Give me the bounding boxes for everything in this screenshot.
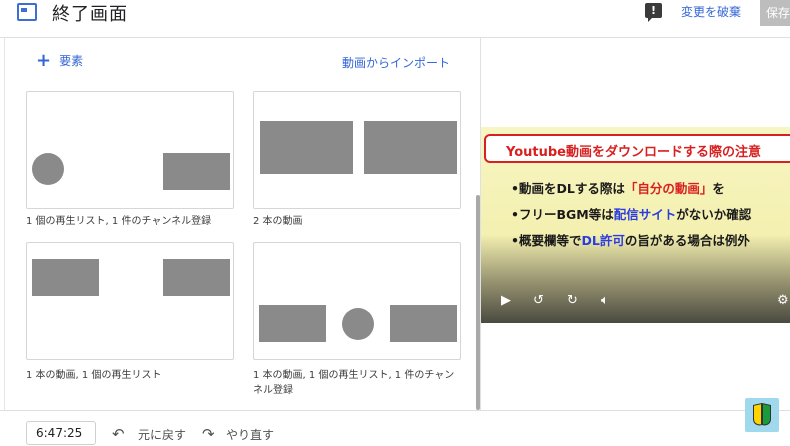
video-preview[interactable]: Youtube動画をダウンロードする際の注意 •動画をDLする際は「自分の動画」…	[481, 127, 790, 323]
playlist-placeholder-shape	[163, 259, 230, 296]
template-card-two-videos[interactable]	[253, 91, 461, 209]
template-caption: 1 個の再生リスト, 1 件のチャンネル登録	[26, 216, 212, 227]
add-element-label: 要素	[59, 54, 84, 68]
subscribe-placeholder-shape	[32, 153, 64, 185]
template-card-video-playlist-subscribe[interactable]	[253, 242, 461, 360]
discard-changes-button[interactable]: 変更を破棄	[681, 3, 741, 20]
forward-10-icon[interactable]: ↻	[567, 293, 578, 308]
video-controls: ▶ ↺ ↻ 🔈︎ ⚙	[481, 293, 790, 315]
playlist-placeholder-shape	[390, 305, 457, 342]
undo-icon[interactable]: ↶	[112, 425, 125, 443]
redo-icon[interactable]: ↷	[202, 425, 215, 443]
playlist-placeholder-shape	[163, 153, 230, 190]
video-bullet: •フリーBGM等は配信サイトがないか確認	[511, 207, 752, 222]
template-caption: 1 本の動画, 1 個の再生リスト, 1 件のチャンネル登録	[253, 370, 455, 396]
redo-button[interactable]: やり直す	[226, 426, 274, 443]
scrollbar-thumb[interactable]	[476, 195, 480, 410]
panel-edge-divider	[4, 38, 5, 410]
video-bullet: •動画をDLする際は「自分の動画」を	[511, 181, 725, 196]
video-placeholder-shape	[364, 121, 457, 174]
rewind-10-icon[interactable]: ↺	[533, 293, 544, 308]
video-bullet: •概要欄等でDL許可の旨がある場合は例外	[511, 233, 750, 248]
save-button[interactable]: 保存	[760, 0, 790, 26]
add-element-button[interactable]: + 要素	[36, 49, 84, 71]
import-from-video-button[interactable]: 動画からインポート	[342, 54, 450, 71]
video-placeholder-shape	[32, 259, 99, 296]
feedback-icon[interactable]: !	[645, 3, 662, 22]
volume-icon[interactable]: 🔈︎	[601, 293, 609, 308]
video-slide-title: Youtube動画をダウンロードする際の注意	[484, 134, 790, 163]
end-screen-logo-icon	[17, 3, 37, 21]
template-card-video-playlist[interactable]	[26, 242, 234, 360]
video-placeholder-shape	[260, 121, 353, 174]
timecode-field[interactable]: 6:47:25	[26, 421, 96, 445]
plus-icon: +	[36, 49, 52, 71]
settings-icon[interactable]: ⚙	[777, 293, 789, 308]
page-title: 終了画面	[52, 4, 128, 25]
template-caption: 1 本の動画, 1 個の再生リスト	[26, 370, 162, 381]
subscribe-placeholder-shape	[342, 308, 374, 340]
video-placeholder-shape	[259, 305, 326, 342]
play-icon[interactable]: ▶	[501, 293, 511, 308]
template-caption: 2 本の動画	[253, 216, 303, 227]
template-card-playlist-subscribe[interactable]	[26, 91, 234, 209]
beginner-mark-icon	[745, 398, 779, 432]
undo-button[interactable]: 元に戻す	[138, 426, 186, 443]
